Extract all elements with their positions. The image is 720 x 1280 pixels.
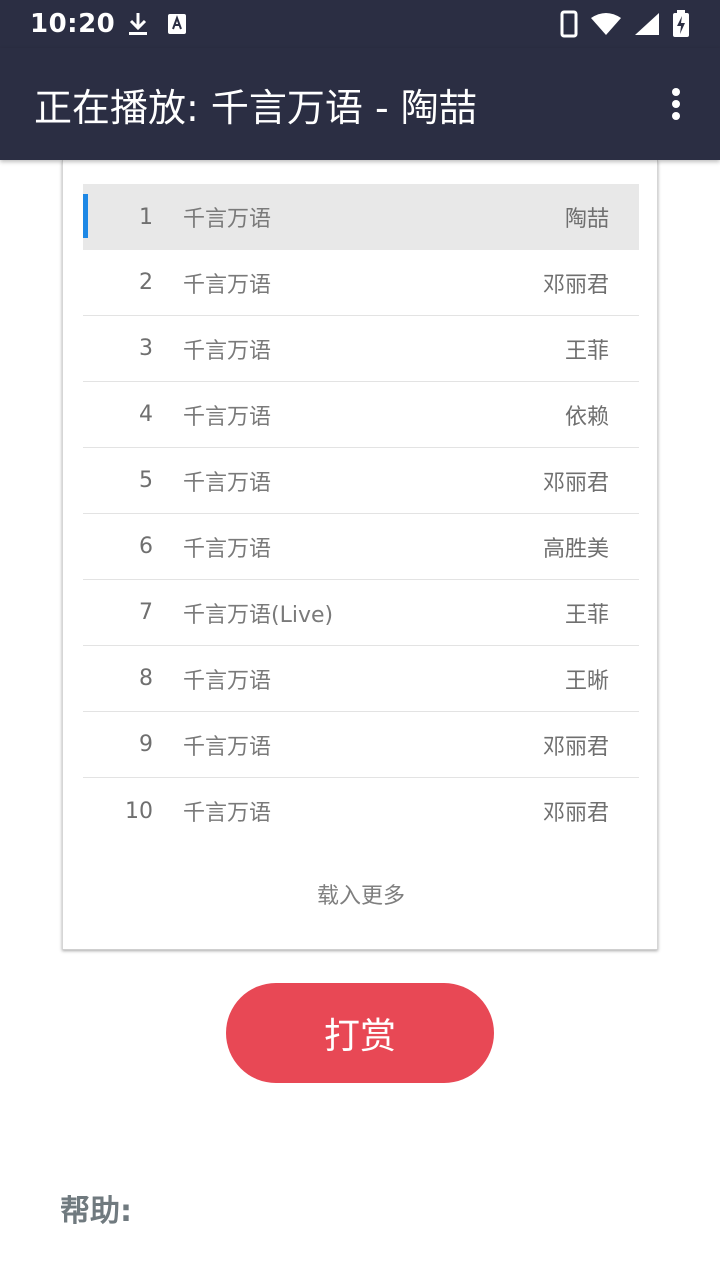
- signal-icon: [634, 12, 660, 36]
- song-artist: 陶喆: [564, 207, 609, 232]
- song-row-5[interactable]: 5 千言万语 邓丽君: [83, 448, 639, 514]
- song-number: 8: [139, 666, 153, 691]
- playlist-card: 1 千言万语 陶喆 2 千言万语 邓丽君 3 千言万语 王菲 4 千言万语 依赖…: [62, 160, 658, 950]
- song-number: 4: [139, 402, 153, 427]
- song-number: 5: [139, 468, 153, 493]
- song-title: 千言万语: [183, 338, 272, 364]
- song-row-10[interactable]: 10 千言万语 邓丽君: [83, 778, 639, 844]
- phone-icon: [560, 10, 578, 38]
- song-number: 6: [139, 534, 153, 559]
- song-artist: 王菲: [564, 602, 609, 628]
- song-number: 1: [139, 204, 153, 230]
- keyboard-icon: [167, 13, 187, 35]
- app-screen: 10:20 正在播放: 千言万语 - 陶喆 1 千言万语 陶喆 2 千言万语 邓…: [0, 0, 720, 1280]
- song-title: 千言万语: [183, 404, 272, 430]
- song-artist: 依赖: [564, 404, 609, 430]
- song-title: 千言万语: [183, 470, 272, 496]
- song-artist: 王菲: [564, 338, 609, 364]
- song-title: 千言万语: [183, 801, 272, 826]
- song-artist: 高胜美: [542, 536, 609, 562]
- song-title: 千言万语: [183, 734, 272, 760]
- load-more-button[interactable]: 载入更多: [63, 878, 659, 910]
- song-row-3[interactable]: 3 千言万语 王菲: [83, 316, 639, 382]
- song-row-7[interactable]: 7 千言万语(Live) 王菲: [83, 580, 639, 646]
- song-number: 3: [139, 336, 153, 361]
- song-row-6[interactable]: 6 千言万语 高胜美: [83, 514, 639, 580]
- song-artist: 邓丽君: [542, 272, 609, 298]
- help-heading: 帮助:: [60, 1194, 132, 1229]
- song-row-1[interactable]: 1 千言万语 陶喆: [83, 184, 639, 250]
- now-playing-marker: [83, 194, 88, 238]
- page-title: 正在播放: 千言万语 - 陶喆: [34, 85, 477, 130]
- status-time: 10:20: [30, 9, 116, 39]
- song-artist: 邓丽君: [542, 801, 609, 826]
- song-number: 7: [139, 600, 153, 625]
- song-number: 10: [125, 798, 153, 824]
- app-bar: 正在播放: 千言万语 - 陶喆: [0, 48, 720, 160]
- song-title: 千言万语: [183, 668, 272, 694]
- donate-button[interactable]: 打赏: [226, 983, 494, 1083]
- wifi-icon: [590, 12, 622, 36]
- song-artist: 邓丽君: [542, 734, 609, 760]
- battery-charging-icon: [672, 10, 690, 38]
- song-row-8[interactable]: 8 千言万语 王晰: [83, 646, 639, 712]
- song-title: 千言万语(Live): [183, 602, 334, 628]
- status-bar: 10:20: [0, 0, 720, 48]
- song-number: 9: [139, 732, 153, 757]
- song-artist: 王晰: [564, 668, 609, 694]
- song-number: 2: [139, 270, 153, 295]
- more-vert-icon[interactable]: [664, 84, 688, 124]
- song-title: 千言万语: [183, 207, 272, 232]
- song-row-4[interactable]: 4 千言万语 依赖: [83, 382, 639, 448]
- download-icon: [127, 11, 149, 37]
- song-row-9[interactable]: 9 千言万语 邓丽君: [83, 712, 639, 778]
- song-list: 1 千言万语 陶喆 2 千言万语 邓丽君 3 千言万语 王菲 4 千言万语 依赖…: [83, 184, 639, 844]
- song-row-2[interactable]: 2 千言万语 邓丽君: [83, 250, 639, 316]
- song-artist: 邓丽君: [542, 470, 609, 496]
- song-title: 千言万语: [183, 272, 272, 298]
- song-title: 千言万语: [183, 536, 272, 562]
